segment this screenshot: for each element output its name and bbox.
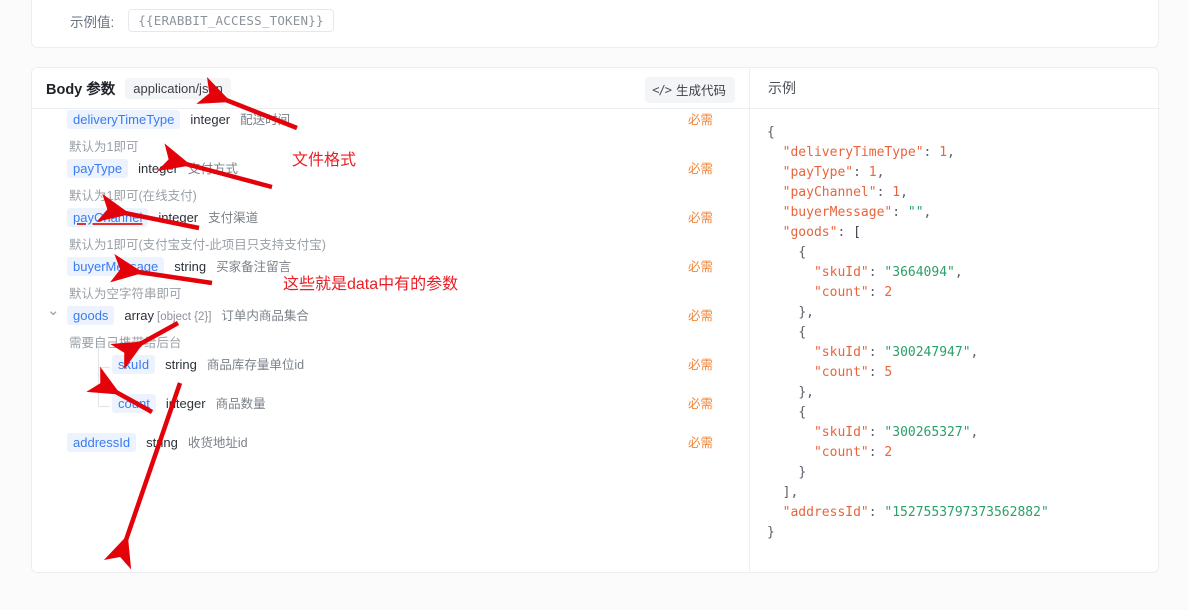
param-required-badge: 必需 — [687, 113, 713, 127]
param-required-badge: 必需 — [687, 436, 713, 450]
param-row: addressId string 收货地址id 必需 — [32, 432, 749, 471]
generate-code-label: 生成代码 — [675, 84, 726, 98]
param-main: count integer 商品数量 必需 — [112, 393, 749, 419]
param-required-badge: 必需 — [687, 260, 713, 274]
param-type: integer — [190, 112, 231, 127]
param-required-badge: 必需 — [687, 358, 713, 372]
param-description: 商品库存量单位id — [206, 358, 305, 372]
param-main: deliveryTimeType integer 配送时间 必需 — [67, 109, 749, 135]
param-description: 配送时间 — [240, 113, 291, 127]
param-name[interactable]: deliveryTimeType — [67, 110, 181, 129]
param-name[interactable]: addressId — [67, 433, 137, 452]
param-name[interactable]: count — [112, 394, 156, 413]
param-description: 买家备注留言 — [216, 260, 292, 274]
body-params-title: Body 参数 — [46, 81, 116, 98]
param-name[interactable]: skuId — [112, 355, 156, 374]
param-name[interactable]: payChannel — [67, 208, 149, 227]
param-row: deliveryTimeType integer 配送时间 必需默认为1即可 — [32, 109, 749, 158]
body-params-header: Body 参数 application/json </> 生成代码 — [32, 68, 749, 109]
content-type-badge[interactable]: application/json — [125, 77, 231, 99]
param-description: 收货地址id — [187, 436, 248, 450]
param-description: 订单内商品集合 — [221, 309, 309, 323]
param-type: string — [165, 357, 197, 372]
param-description: 支付渠道 — [208, 211, 259, 225]
param-type: integer — [158, 210, 199, 225]
param-description: 商品数量 — [215, 397, 266, 411]
param-note — [69, 459, 749, 471]
param-note: 需要自己携带给后台 — [69, 336, 182, 350]
param-main: payChannel integer 支付渠道 必需 — [67, 207, 749, 233]
param-type: integer — [165, 396, 206, 411]
tree-line-branch — [98, 406, 110, 407]
generate-code-button[interactable]: </> 生成代码 — [645, 77, 735, 103]
param-row: ⌄ goods array [object {2}] 订单内商品集合 必需需要自己携带给后… — [32, 303, 749, 354]
tree-line-vertical — [98, 344, 99, 407]
param-main: addressId string 收货地址id 必需 — [67, 432, 749, 458]
param-name[interactable]: goods — [67, 306, 115, 325]
param-description: 支付方式 — [187, 162, 238, 176]
chevron-down-icon[interactable]: ⌄ — [47, 303, 60, 318]
api-doc-page: 示例值: {{ERABBIT_ACCESS_TOKEN}} Body 参数 ap… — [0, 0, 1189, 610]
code-icon: </> — [652, 82, 672, 97]
param-subtype: [object {2}] — [157, 311, 212, 323]
param-row: payType integer 支付方式 必需默认为1即可(在线支付) — [32, 158, 749, 207]
example-value-label: 示例值: — [70, 14, 115, 30]
param-name[interactable]: payType — [67, 159, 129, 178]
param-type: integer — [138, 161, 178, 176]
param-note: 默认为1即可(支付宝支付-此项目只支持支付宝) — [69, 238, 326, 252]
param-type: string — [174, 259, 207, 274]
param-note: 默认为1即可 — [69, 140, 139, 154]
param-note: 默认为1即可(在线支付) — [69, 189, 197, 203]
param-required-badge: 必需 — [687, 309, 713, 323]
example-panel-title: 示例 — [768, 80, 796, 96]
param-type: array — [124, 308, 155, 323]
param-required-badge: 必需 — [687, 162, 713, 176]
param-row: payChannel integer 支付渠道 必需默认为1即可(支付宝支付-此项目只… — [32, 207, 749, 256]
param-main: goods array [object {2}] 订单内商品集合 必需 — [67, 305, 749, 331]
access-token-value[interactable]: {{ERABBIT_ACCESS_TOKEN}} — [128, 9, 334, 32]
param-note — [114, 420, 749, 432]
param-required-badge: 必需 — [687, 397, 713, 411]
param-type: string — [146, 435, 178, 450]
param-main: payType integer 支付方式 必需 — [67, 158, 749, 184]
param-main: skuId string 商品库存量单位id 必需 — [112, 354, 749, 380]
param-row: skuId string 商品库存量单位id 必需 — [32, 354, 749, 393]
example-value-row: 示例值: {{ERABBIT_ACCESS_TOKEN}} — [70, 9, 334, 32]
annotation-text: 文件格式 — [292, 152, 357, 169]
panel-divider — [749, 68, 750, 572]
json-example-code: { "deliveryTimeType": 1, "payType": 1, "… — [767, 125, 1049, 540]
body-params-card: Body 参数 application/json </> 生成代码 示例 del… — [31, 67, 1160, 573]
param-note — [114, 381, 749, 393]
example-value-card: 示例值: {{ERABBIT_ACCESS_TOKEN}} — [31, 0, 1159, 48]
param-row: count integer 商品数量 必需 — [32, 393, 749, 432]
param-name[interactable]: buyerMessage — [67, 257, 165, 276]
param-required-badge: 必需 — [687, 211, 713, 225]
annotation-text: 这些就是data中有的参数 — [283, 276, 459, 293]
example-panel-header: 示例 — [750, 68, 1160, 109]
tree-line-branch — [98, 367, 110, 368]
